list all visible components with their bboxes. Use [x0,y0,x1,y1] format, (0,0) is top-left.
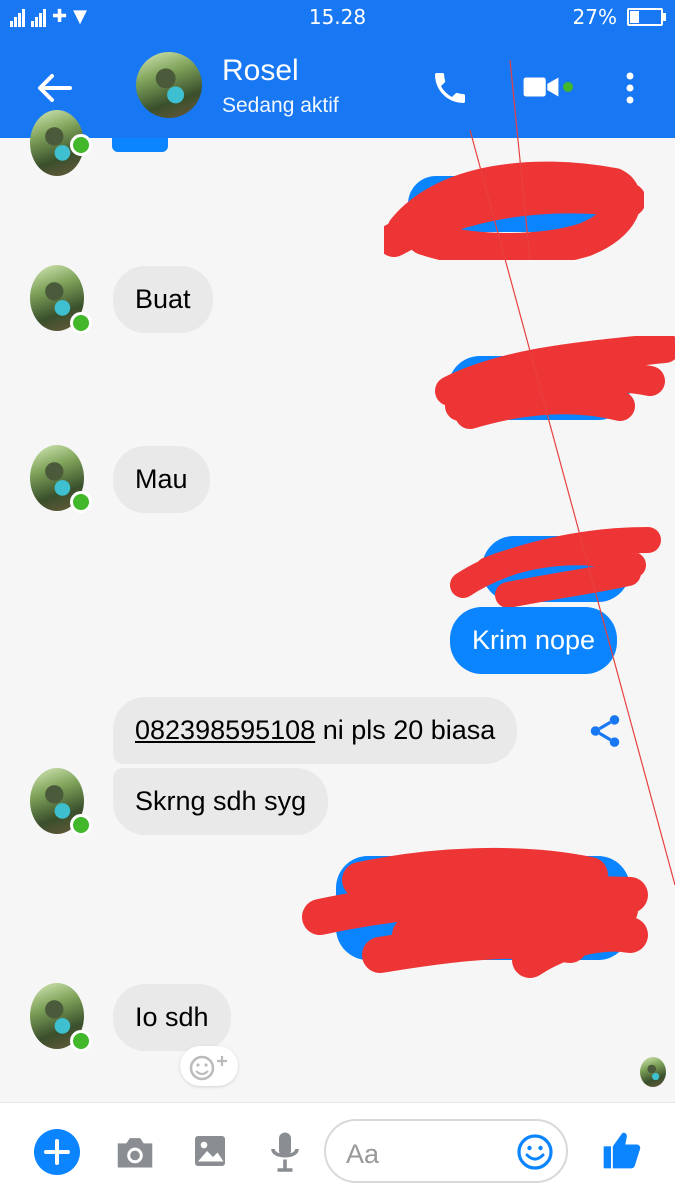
read-receipt-avatar [640,1057,666,1087]
contact-status: Sedang aktif [222,94,339,117]
gallery-icon[interactable] [192,1133,228,1169]
redaction-scribble [450,527,661,608]
composer-bar: Aa [0,1102,675,1201]
battery-percent: 27% [572,5,617,29]
incoming-message[interactable]: Buat [113,266,213,333]
redaction-scribble [302,847,648,978]
online-indicator [70,814,92,836]
conversation-header: Rosel Sedang aktif [0,34,675,138]
contact-avatar[interactable] [136,52,202,118]
online-indicator [70,491,92,513]
phone-number-link[interactable]: 082398595108 [135,715,315,745]
video-active-dot [563,82,573,92]
add-reaction-button[interactable] [180,1046,238,1086]
battery-icon [627,8,666,26]
redaction-scribble [384,161,644,260]
redaction-scribble [435,336,675,429]
like-sticker-partial [112,138,168,152]
message-text: ni pls 20 biasa [315,715,496,745]
camera-icon[interactable] [114,1133,156,1171]
emoji-icon[interactable] [516,1133,554,1171]
incoming-message[interactable]: Io sdh [113,984,231,1051]
online-indicator [70,1030,92,1052]
contact-name[interactable]: Rosel [222,54,299,88]
video-call-icon[interactable] [522,68,560,106]
more-options-icon[interactable] [618,68,642,108]
back-arrow-icon[interactable] [34,68,74,108]
plus-icon[interactable] [34,1129,80,1175]
like-thumb-icon[interactable] [600,1127,644,1173]
reaction-smiley-icon [189,1055,227,1081]
outgoing-message[interactable]: Krim nope [450,607,618,674]
message-input[interactable]: Aa [324,1119,568,1183]
status-bar: ✚ ▼ 15.28 27% [0,0,675,34]
message-input-placeholder: Aa [346,1139,380,1169]
incoming-message[interactable]: Mau [113,446,210,513]
incoming-message-with-phone[interactable]: 082398595108 ni pls 20 biasa [113,697,518,764]
microphone-icon[interactable] [270,1131,300,1173]
phone-call-icon[interactable] [430,68,470,108]
online-indicator [70,134,92,156]
online-indicator [70,312,92,334]
incoming-message[interactable]: Skrng sdh syg [113,768,329,835]
share-icon[interactable] [586,712,624,750]
